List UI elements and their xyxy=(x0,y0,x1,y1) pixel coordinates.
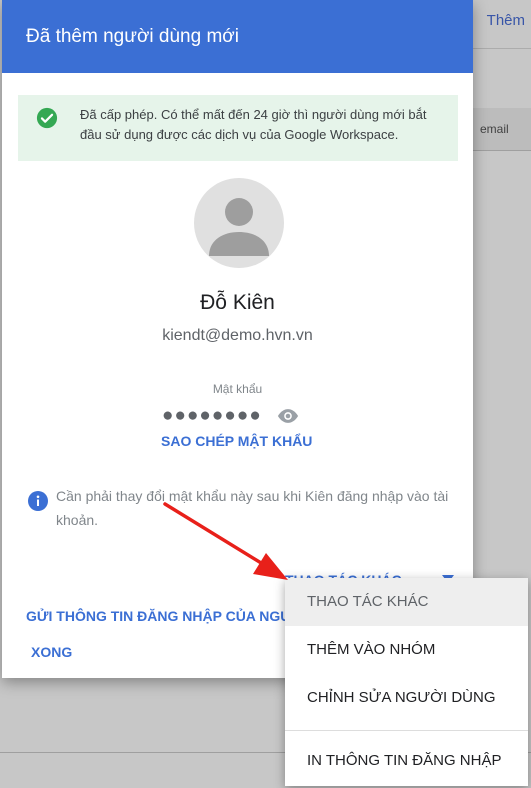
menu-item-edit-user[interactable]: CHỈNH SỬA NGƯỜI DÙNG xyxy=(285,674,528,722)
show-password-icon[interactable] xyxy=(277,407,299,425)
menu-item-add-to-group[interactable]: THÊM VÀO NHÓM xyxy=(285,626,528,674)
success-notice-text: Đã cấp phép. Có thể mất đến 24 giờ thì n… xyxy=(80,107,427,142)
user-added-dialog: Đã thêm người dùng mới Đã cấp phép. Có t… xyxy=(2,0,473,678)
check-circle-icon xyxy=(36,107,58,129)
password-value: ●●●●●●●● xyxy=(162,405,262,426)
password-change-info: Cần phải thay đổi mật khẩu này sau khi K… xyxy=(56,488,449,528)
user-email: kiendt@demo.hvn.vn xyxy=(162,327,313,344)
success-notice: Đã cấp phép. Có thể mất đến 24 giờ thì n… xyxy=(18,95,458,161)
more-actions-menu: THAO TÁC KHÁC THÊM VÀO NHÓM CHỈNH SỬA NG… xyxy=(285,578,528,786)
user-name: Đỗ Kiên xyxy=(200,291,275,314)
copy-password-button[interactable]: SAO CHÉP MẬT KHẨU xyxy=(161,433,312,449)
info-icon xyxy=(28,491,48,511)
send-login-info-button[interactable]: GỬI THÔNG TIN ĐĂNG NHẬP CỦA NGƯ xyxy=(26,608,292,624)
menu-divider xyxy=(285,730,528,731)
menu-item-print-login-info[interactable]: IN THÔNG TIN ĐĂNG NHẬP xyxy=(285,737,528,785)
menu-item-more-actions[interactable]: THAO TÁC KHÁC xyxy=(285,578,528,626)
done-button[interactable]: XONG xyxy=(31,644,72,660)
avatar xyxy=(194,178,284,268)
person-icon xyxy=(209,198,269,256)
password-label: Mật khẩu xyxy=(212,382,263,396)
dialog-title: Đã thêm người dùng mới xyxy=(2,0,473,73)
